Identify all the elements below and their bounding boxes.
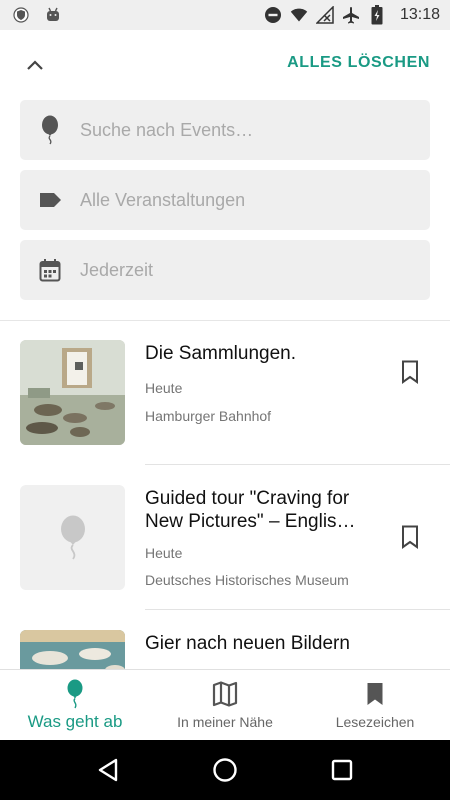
back-icon[interactable] xyxy=(93,755,123,785)
event-venue: Hamburger Bahnhof xyxy=(145,408,272,424)
event-list-item[interactable]: Die Sammlungen. Heute Hamburger Bahnhof xyxy=(0,320,450,465)
category-placeholder: Alle Veranstaltungen xyxy=(80,189,246,210)
collapse-filter-button[interactable] xyxy=(20,50,50,80)
nav-label: In meiner Nähe xyxy=(177,714,273,730)
event-image-placeholder xyxy=(20,485,125,590)
status-time: 13:18 xyxy=(399,6,440,23)
nav-label: Was geht ab xyxy=(27,712,123,731)
do-not-disturb-icon xyxy=(264,6,282,24)
date-placeholder: Jederzeit xyxy=(80,259,154,280)
event-image xyxy=(20,340,125,445)
event-list-item[interactable]: Guided tour "Craving for New Pictures" –… xyxy=(0,465,450,610)
event-date: Heute xyxy=(145,545,183,561)
bookmark-filled-icon xyxy=(366,680,384,708)
map-icon xyxy=(212,680,238,708)
label-tag-icon xyxy=(38,188,62,212)
airplane-icon xyxy=(342,6,360,24)
bookmark-icon[interactable] xyxy=(398,358,422,386)
event-venue: Deutsches Historisches Museum xyxy=(145,572,349,588)
no-signal-icon xyxy=(315,6,334,24)
wifi-icon xyxy=(290,6,308,24)
filter-header: ALLES LÖSCHEN xyxy=(0,30,450,100)
search-placeholder: Suche nach Events… xyxy=(80,119,254,140)
recents-icon[interactable] xyxy=(327,755,357,785)
event-title: Guided tour "Craving for New Pictures" –… xyxy=(145,488,356,532)
battery-icon xyxy=(368,5,386,25)
event-title: Gier nach neuen Bildern xyxy=(145,633,350,654)
vpn-shield-icon xyxy=(12,6,30,24)
event-title: Die Sammlungen. xyxy=(145,343,297,364)
balloon-icon xyxy=(59,515,87,561)
nav-item-lesezeichen[interactable]: Lesezeichen xyxy=(300,670,450,740)
chevron-up-icon xyxy=(26,59,44,71)
status-bar: 13:18 xyxy=(0,0,450,30)
balloon-icon xyxy=(38,115,62,145)
home-icon[interactable] xyxy=(210,755,240,785)
category-select[interactable]: Alle Veranstaltungen xyxy=(20,170,430,230)
balloon-icon xyxy=(66,679,84,709)
nav-item-in-meiner-naehe[interactable]: In meiner Nähe xyxy=(150,670,300,740)
calendar-icon xyxy=(38,258,62,282)
system-navigation-bar xyxy=(0,740,450,800)
nav-label: Lesezeichen xyxy=(335,714,415,730)
bookmark-icon[interactable] xyxy=(398,523,422,551)
event-date: Heute xyxy=(145,380,183,396)
nav-item-was-geht-ab[interactable]: Was geht ab xyxy=(0,670,150,740)
clear-all-button[interactable]: ALLES LÖSCHEN xyxy=(287,54,430,72)
date-select[interactable]: Jederzeit xyxy=(20,240,430,300)
bottom-navigation: Was geht ab In meiner Nähe Lesezeichen xyxy=(0,669,450,740)
search-input[interactable]: Suche nach Events… xyxy=(20,100,430,160)
android-robot-icon xyxy=(44,6,62,24)
